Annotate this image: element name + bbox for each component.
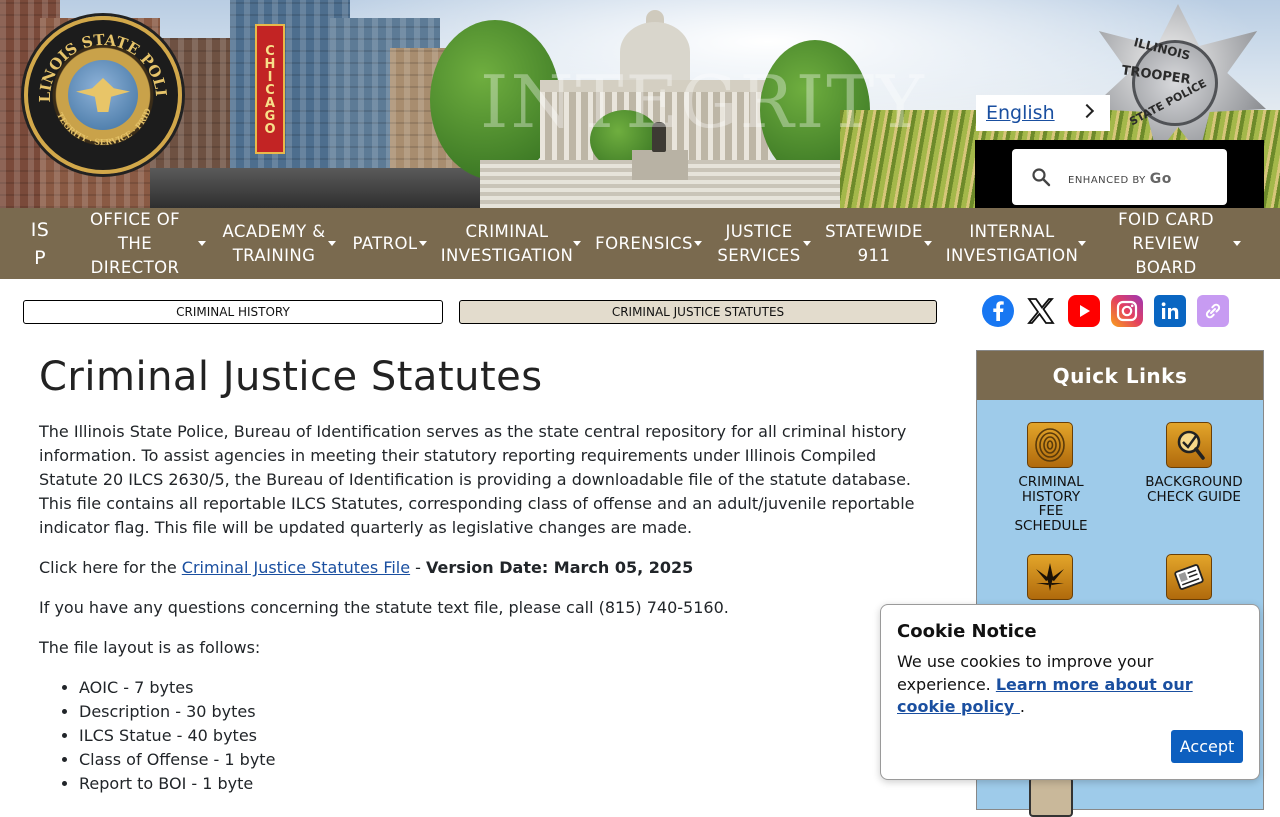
nav-label: STATEWIDE 911 [825,221,923,265]
x-icon[interactable] [1025,295,1057,327]
caret-down-icon[interactable] [1233,241,1241,246]
caret-down-icon[interactable] [924,241,932,246]
cookie-title: Cookie Notice [897,621,1037,642]
nav-item-office-of-the-director[interactable]: OFFICE OF THE DIRECTOR [80,208,190,279]
nav-item-internal-investigation[interactable]: INTERNAL INVESTIGATION [944,208,1080,279]
download-paragraph: Click here for the Criminal Justice Stat… [39,556,929,580]
list-item: AOIC - 7 bytes [79,676,275,700]
list-item: Description - 30 bytes [79,700,275,724]
id-card-icon[interactable] [1166,554,1212,600]
caret-down-icon[interactable] [198,241,206,246]
fingerprint-icon[interactable] [1027,422,1073,468]
nav-item-justice-services[interactable]: JUSTICE SERVICES [716,208,802,279]
quick-link-label[interactable]: BACKGROUND CHECK GUIDE [1124,475,1264,504]
nav-label: INTERNAL INVESTIGATION [945,221,1079,265]
nav-label: CRIMINAL INVESTIGATION [440,221,574,265]
nav-label: OFFICE OF THE DIRECTOR [89,209,181,277]
nav-label: FORENSICS [595,233,693,253]
search-icon[interactable] [1031,167,1051,187]
nav-item-criminal-investigation[interactable]: CRIMINAL INVESTIGATION [440,208,574,279]
caret-down-icon[interactable] [694,241,702,246]
caret-down-icon[interactable] [1078,241,1086,246]
cookie-period: . [1019,697,1026,716]
chicago-theatre-sign: CHICAGO [255,24,285,154]
cannabis-leaf-icon[interactable] [1027,554,1073,600]
isp-seal-logo[interactable]: ILLINOIS STATE POLICE INTEGRITY · SERVIC… [24,16,182,174]
nav-label: PATROL [352,233,418,253]
youtube-icon[interactable] [1068,295,1100,327]
sheriff-badge-icon[interactable] [1029,777,1073,817]
list-item: ILCS Statue - 40 bytes [79,724,275,748]
linkedin-icon[interactable] [1154,295,1186,327]
main-nav: IS P OFFICE OF THE DIRECTOR ACADEMY & TR… [0,208,1280,279]
cookie-message: We use cookies to improve your experienc… [897,651,1237,719]
facebook-icon[interactable] [982,295,1014,327]
instagram-icon[interactable] [1111,295,1143,327]
caret-down-icon[interactable] [328,241,336,246]
nav-item-isp[interactable]: IS P [24,208,56,279]
nav-label: FOID CARD REVIEW BOARD [1118,209,1214,277]
file-layout-list: AOIC - 7 bytes Description - 30 bytes IL… [39,676,275,796]
search-brand: Go [1149,171,1172,187]
intro-paragraph: The Illinois State Police, Bureau of Ide… [39,422,915,537]
caret-down-icon[interactable] [419,241,427,246]
quick-link-label[interactable]: CRIMINAL HISTORY FEE SCHEDULE [981,475,1121,533]
street [150,168,490,208]
quick-links-title: Quick Links [977,351,1263,400]
list-item: Class of Offense - 1 byte [79,748,275,772]
list-item: Report to BOI - 1 byte [79,772,275,796]
tab-criminal-history[interactable]: CRIMINAL HISTORY [23,300,443,324]
enhanced-by-label: ENHANCED BY [1068,175,1146,186]
caret-down-icon[interactable] [803,241,811,246]
nav-label: ACADEMY & TRAINING [222,221,326,265]
questions-paragraph: If you have any questions concerning the… [39,598,729,617]
version-date: Version Date: March 05, 2025 [426,558,694,577]
nav-label: JUSTICE SERVICES [717,221,801,265]
nav-item-foid-card-review-board[interactable]: FOID CARD REVIEW BOARD [1108,208,1224,279]
file-layout-intro: The file layout is as follows: [39,638,261,657]
nav-label: IS P [30,218,50,269]
tab-criminal-justice-statutes[interactable]: CRIMINAL JUSTICE STATUTES [459,300,937,324]
integrity-watermark: INTEGRITY [480,60,926,144]
caret-down-icon[interactable] [573,241,581,246]
nav-item-forensics[interactable]: FORENSICS [595,208,693,279]
link-icon[interactable] [1197,295,1229,327]
dash-separator: - [410,558,427,577]
nav-item-patrol[interactable]: PATROL [350,208,420,279]
click-here-text: Click here for the [39,558,182,577]
nav-item-academy-training[interactable]: ACADEMY & TRAINING [216,208,332,279]
statutes-file-link[interactable]: Criminal Justice Statutes File [182,558,410,577]
search-branding: ENHANCED BY Go [1068,171,1172,187]
page-title: Criminal Justice Statutes [39,354,543,400]
nav-item-statewide-911[interactable]: STATEWIDE 911 [824,208,924,279]
magnifier-check-icon[interactable] [1166,422,1212,468]
accept-button[interactable]: Accept [1171,730,1243,763]
statue-base [632,150,688,180]
language-selector[interactable]: English [976,95,1110,131]
language-label[interactable]: English [986,102,1055,124]
cookie-notice: Cookie Notice We use cookies to improve … [880,604,1260,780]
chevron-right-icon [1079,103,1095,119]
